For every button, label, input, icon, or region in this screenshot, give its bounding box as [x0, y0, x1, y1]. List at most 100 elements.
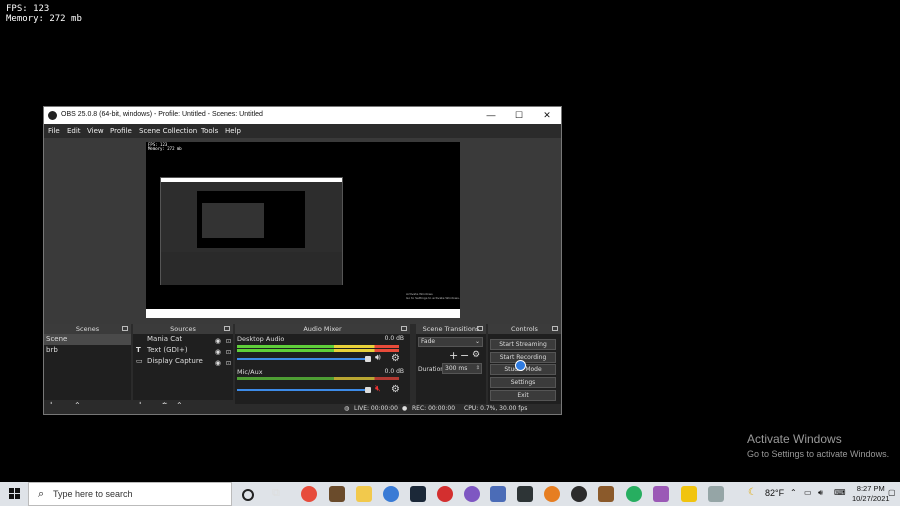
preview-canvas[interactable]: FPS: 123 Memory: 272 mb Activate Windows…	[146, 142, 460, 318]
app-icon[interactable]	[653, 486, 669, 502]
live-timer: LIVE: 00:00:00	[354, 405, 398, 412]
transition-select[interactable]: Fade ⌄	[418, 337, 483, 347]
store-icon[interactable]	[329, 486, 345, 502]
nested-obs-window	[160, 177, 343, 285]
game-icon[interactable]	[598, 486, 614, 502]
rec-timer: REC: 00:00:00	[412, 405, 456, 412]
scene-item[interactable]: brb	[44, 345, 131, 356]
scene-item[interactable]: Scene	[44, 334, 131, 345]
preview-taskbar	[146, 309, 460, 318]
window-title: OBS 25.0.8 (64-bit, windows) - Profile: …	[61, 111, 263, 118]
nested-preview	[197, 191, 305, 248]
scenes-header: Scenes	[44, 324, 131, 334]
opera-icon[interactable]	[437, 486, 453, 502]
volume-slider-handle[interactable]	[365, 356, 371, 362]
clock[interactable]: 8:27 PM 10/27/2021	[852, 484, 890, 504]
meter-level	[237, 349, 399, 352]
keyboard-icon[interactable]: ⌨	[834, 488, 846, 497]
maximize-button[interactable]: ☐	[505, 107, 533, 124]
remove-icon[interactable]: −	[460, 349, 469, 362]
preview-activate-watermark: Activate Windows Go to Settings to activa…	[406, 292, 460, 300]
volume-meter	[237, 345, 399, 348]
menu-view[interactable]: View	[87, 127, 104, 135]
app-icon[interactable]	[626, 486, 642, 502]
volume-meter	[237, 377, 399, 380]
muted-speaker-icon[interactable]: 🔇︎	[375, 384, 381, 394]
app-icon[interactable]	[708, 486, 724, 502]
shield-icon[interactable]	[681, 486, 697, 502]
notification-icon[interactable]: ▢	[888, 488, 896, 497]
close-button[interactable]: ✕	[533, 107, 561, 124]
source-item[interactable]: T Text (GDI+) ◉ ⊡	[133, 345, 233, 356]
chevron-down-icon: ⌄	[474, 338, 480, 345]
title-bar[interactable]: OBS 25.0.8 (64-bit, windows) - Profile: …	[44, 107, 561, 124]
minimize-button[interactable]: —	[477, 107, 505, 124]
source-item[interactable]: Mania Cat ◉ ⊡	[133, 334, 233, 345]
cpu-fps-readout: CPU: 0.7%, 30.00 fps	[464, 405, 528, 412]
search-placeholder: Type here to search	[53, 489, 133, 499]
clock-date: 10/27/2021	[852, 494, 890, 503]
menu-tools[interactable]: Tools	[201, 127, 218, 135]
epic-games-icon[interactable]	[517, 486, 533, 502]
popout-icon[interactable]	[477, 326, 483, 331]
volume-meter	[237, 349, 399, 352]
preview-fps-overlay: FPS: 123 Memory: 272 mb	[148, 143, 182, 151]
steam-icon[interactable]	[410, 486, 426, 502]
preview-area: FPS: 123 Memory: 272 mb Activate Windows…	[44, 138, 561, 324]
nested-title-bar	[161, 178, 342, 182]
volume-icon[interactable]: 🔊︎	[818, 488, 823, 498]
volume-slider[interactable]	[237, 358, 365, 360]
windows-start-icon[interactable]	[9, 488, 21, 500]
mouse-cursor	[515, 360, 526, 371]
clock-time: 8:27 PM	[856, 484, 885, 493]
speaker-icon[interactable]: 🔊︎	[375, 353, 381, 363]
chevron-up-icon[interactable]: ⌃	[790, 488, 797, 497]
visibility-icon[interactable]: ◉	[215, 358, 221, 369]
meter-level	[237, 345, 399, 348]
task-view-icon[interactable]: ⧉	[272, 487, 288, 503]
wordpad-icon[interactable]	[383, 486, 399, 502]
source-item[interactable]: ▭ Display Capture ◉ ⊡	[133, 356, 233, 367]
add-icon[interactable]: +	[449, 349, 458, 362]
scene-transitions-header: Scene Transitions	[416, 324, 486, 334]
start-streaming-button[interactable]: Start Streaming	[490, 339, 556, 350]
menu-scene-collection[interactable]: Scene Collection	[139, 127, 197, 135]
nested-docks	[161, 252, 342, 285]
volume-slider[interactable]	[237, 389, 365, 391]
headset-app-icon[interactable]	[544, 486, 560, 502]
status-bar: ◍ LIVE: 00:00:00 ● REC: 00:00:00 CPU: 0.…	[44, 404, 561, 414]
gear-icon[interactable]: ⚙	[472, 350, 480, 360]
search-icon: ⌕	[38, 488, 45, 500]
chrome-icon[interactable]	[301, 486, 317, 502]
gear-icon[interactable]: ⚙	[391, 353, 400, 364]
popout-icon[interactable]	[552, 326, 558, 331]
popout-icon[interactable]	[122, 326, 128, 331]
rec-icon: ●	[402, 405, 408, 412]
popout-icon[interactable]	[401, 326, 407, 331]
lock-icon[interactable]: ⊡	[226, 358, 231, 369]
volume-slider-handle[interactable]	[365, 387, 371, 393]
settings-button[interactable]: Settings	[490, 377, 556, 388]
network-icon[interactable]: ▭	[804, 488, 812, 497]
file-explorer-icon[interactable]	[356, 486, 372, 502]
cortana-icon[interactable]	[242, 489, 254, 501]
spin-arrows-icon[interactable]: ⇳	[476, 364, 480, 373]
nested-sub-preview	[202, 203, 264, 238]
weather-icon[interactable]: ☾	[748, 487, 757, 498]
menu-file[interactable]: File	[48, 127, 60, 135]
obs-taskbar-icon[interactable]	[571, 486, 587, 502]
menu-edit[interactable]: Edit	[67, 127, 81, 135]
duration-spinbox[interactable]: 300 ms ⇳	[442, 363, 482, 374]
menu-profile[interactable]: Profile	[110, 127, 132, 135]
popout-icon[interactable]	[224, 326, 230, 331]
messenger-icon[interactable]	[464, 486, 480, 502]
scene-transitions-dock: Scene Transitions Fade ⌄ + − ⚙ Duration 3…	[416, 324, 486, 414]
live-icon: ◍	[344, 405, 350, 412]
menu-help[interactable]: Help	[225, 127, 241, 135]
audio-mixer-dock: Audio Mixer Desktop Audio 0.0 dB 🔊︎ ⚙ Mi…	[235, 324, 410, 414]
taskbar-search[interactable]: ⌕ Type here to search	[28, 482, 232, 506]
weather-temp[interactable]: 82°F	[765, 488, 784, 498]
exit-button[interactable]: Exit	[490, 390, 556, 401]
gear-icon[interactable]: ⚙	[391, 384, 400, 395]
app-icon[interactable]	[490, 486, 506, 502]
